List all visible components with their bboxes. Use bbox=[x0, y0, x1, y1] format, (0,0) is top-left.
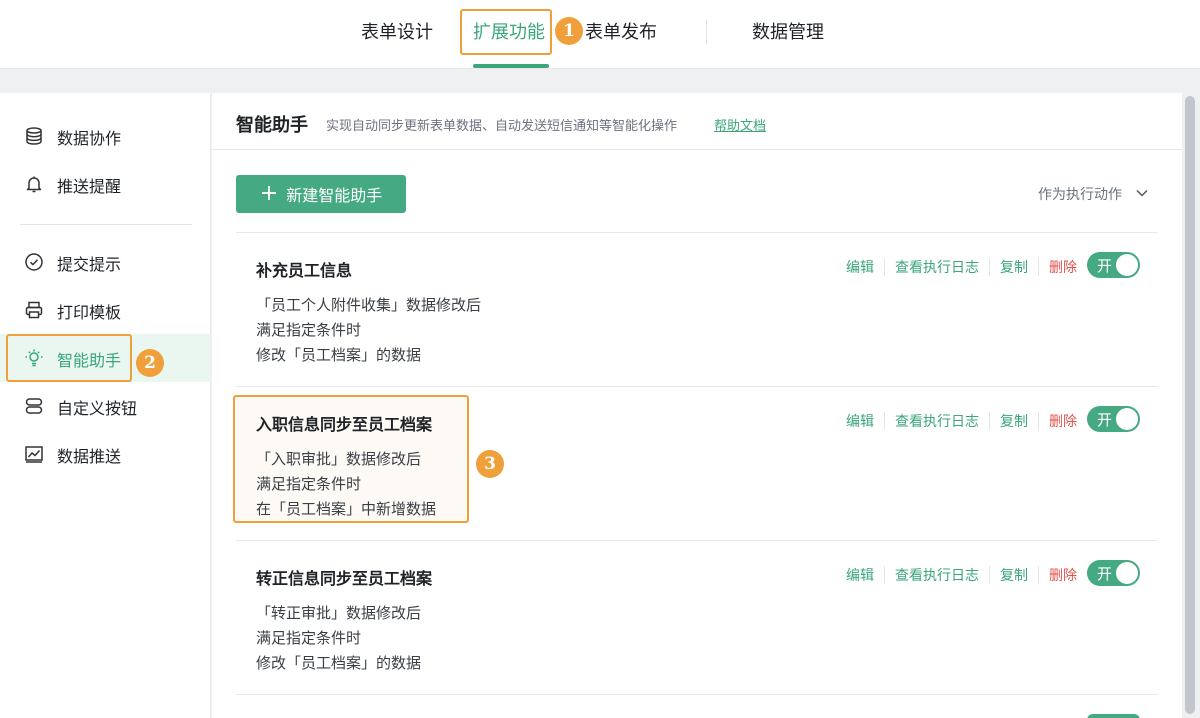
chevron-down-icon[interactable] bbox=[1134, 185, 1150, 201]
sidebar-item-label: 自定义按钮 bbox=[57, 399, 138, 418]
plus-icon: + bbox=[259, 181, 279, 206]
top-nav: 表单设计 扩展功能 表单发布 数据管理 1 bbox=[0, 0, 1200, 69]
sidebar-item-data-collab[interactable]: 数据协作 bbox=[0, 112, 211, 160]
card-title: 补充员工信息 bbox=[256, 261, 353, 280]
sidebar-item-print-template[interactable]: 打印模板 bbox=[0, 286, 211, 334]
sidebar-item-label: 推送提醒 bbox=[57, 177, 122, 196]
card-condition-text: 满足指定条件时 bbox=[256, 475, 362, 493]
card-condition-text: 满足指定条件时 bbox=[256, 321, 362, 339]
sidebar-divider bbox=[20, 224, 192, 225]
sidebar-item-label: 提交提示 bbox=[57, 255, 122, 274]
toggle-knob bbox=[1116, 562, 1138, 584]
sidebar: 数据协作 推送提醒 提交提示 打印模板 智能助手 自定义按钮 数据推送 2 bbox=[0, 93, 211, 718]
page-description: 实现自动同步更新表单数据、自动发送短信通知等智能化操作 bbox=[326, 119, 678, 134]
highlight-box-sidebar bbox=[6, 334, 132, 382]
enable-toggle[interactable]: 开 bbox=[1087, 252, 1140, 278]
nav-divider bbox=[706, 20, 707, 44]
card-condition-text: 满足指定条件时 bbox=[256, 629, 362, 647]
assistant-card: 补充员工信息 「员工个人附件收集」数据修改后 满足指定条件时 修改「员工档案」的… bbox=[236, 232, 1158, 386]
sidebar-item-custom-button[interactable]: 自定义按钮 bbox=[0, 382, 211, 430]
new-assistant-button[interactable]: + 新建智能助手 bbox=[236, 175, 406, 213]
card-actions: 编辑 查看执行日志 复制 删除 bbox=[836, 257, 1087, 277]
sidebar-item-submit-tip[interactable]: 提交提示 bbox=[0, 238, 211, 286]
step-badge-3: 3 bbox=[476, 450, 504, 478]
view-log-button[interactable]: 查看执行日志 bbox=[885, 411, 989, 431]
delete-button[interactable]: 删除 bbox=[1039, 257, 1087, 277]
assistant-card: 入职信息同步至员工档案 「入职审批」数据修改后 满足指定条件时 在「员工档案」中… bbox=[233, 386, 1158, 540]
assistant-card: 转正信息同步至员工档案 「转正审批」数据修改后 满足指定条件时 修改「员工档案」… bbox=[236, 540, 1158, 694]
toggle-label: 开 bbox=[1097, 257, 1113, 275]
enable-toggle[interactable]: 开 bbox=[1087, 560, 1140, 586]
new-assistant-label: 新建智能助手 bbox=[286, 186, 383, 205]
sidebar-item-label: 打印模板 bbox=[57, 303, 122, 322]
toggle-label: 开 bbox=[1097, 411, 1113, 429]
database-icon bbox=[26, 127, 42, 145]
card-trigger-text: 「转正审批」数据修改后 bbox=[256, 604, 422, 622]
buttons-icon bbox=[25, 398, 43, 414]
toggle-label: 开 bbox=[1097, 565, 1113, 583]
enable-toggle[interactable]: 开 bbox=[1087, 406, 1140, 432]
step-badge-2: 2 bbox=[136, 349, 164, 377]
edit-button[interactable]: 编辑 bbox=[836, 565, 884, 585]
toggle-knob bbox=[1116, 254, 1138, 276]
check-circle-icon bbox=[25, 253, 43, 271]
main-panel: 智能助手 实现自动同步更新表单数据、自动发送短信通知等智能化操作 帮助文档 + … bbox=[212, 93, 1182, 718]
card-title: 入职信息同步至员工档案 bbox=[256, 415, 433, 434]
copy-button[interactable]: 复制 bbox=[990, 565, 1038, 585]
card-trigger-text: 「入职审批」数据修改后 bbox=[256, 450, 422, 468]
delete-button[interactable]: 删除 bbox=[1039, 411, 1087, 431]
card-actions: 编辑 查看执行日志 复制 删除 bbox=[836, 565, 1087, 585]
main-header: 智能助手 实现自动同步更新表单数据、自动发送短信通知等智能化操作 帮助文档 bbox=[212, 93, 1182, 150]
card-actions: 编辑 查看执行日志 复制 删除 bbox=[836, 411, 1087, 431]
assistant-card-partial bbox=[236, 694, 1158, 718]
sidebar-item-label: 数据推送 bbox=[57, 447, 122, 466]
chart-icon bbox=[25, 446, 43, 463]
toggle-knob bbox=[1116, 408, 1138, 430]
tab-data-management[interactable]: 数据管理 bbox=[752, 18, 824, 44]
copy-button[interactable]: 复制 bbox=[990, 257, 1038, 277]
view-log-button[interactable]: 查看执行日志 bbox=[885, 257, 989, 277]
card-trigger-text: 「员工个人附件收集」数据修改后 bbox=[256, 296, 482, 314]
card-action-text: 修改「员工档案」的数据 bbox=[256, 654, 422, 672]
enable-toggle[interactable] bbox=[1087, 714, 1140, 718]
scrollbar-thumb[interactable] bbox=[1185, 96, 1195, 714]
tab-form-publish[interactable]: 表单发布 bbox=[585, 18, 657, 44]
sidebar-item-label: 数据协作 bbox=[57, 129, 122, 148]
card-action-text: 在「员工档案」中新增数据 bbox=[256, 500, 437, 518]
bell-icon bbox=[26, 176, 42, 193]
sidebar-item-data-push[interactable]: 数据推送 bbox=[0, 430, 211, 478]
view-log-button[interactable]: 查看执行日志 bbox=[885, 565, 989, 585]
filter-dropdown[interactable]: 作为执行动作 bbox=[1038, 184, 1122, 204]
delete-button[interactable]: 删除 bbox=[1039, 565, 1087, 585]
step-badge-1: 1 bbox=[555, 17, 583, 45]
active-tab-indicator bbox=[473, 64, 549, 68]
sidebar-item-push-reminder[interactable]: 推送提醒 bbox=[0, 160, 211, 208]
highlight-box-tab bbox=[460, 9, 552, 55]
card-action-text: 修改「员工档案」的数据 bbox=[256, 346, 422, 364]
tab-form-design[interactable]: 表单设计 bbox=[361, 18, 433, 44]
printer-icon bbox=[25, 301, 43, 319]
edit-button[interactable]: 编辑 bbox=[836, 411, 884, 431]
page-title: 智能助手 bbox=[236, 115, 308, 136]
help-doc-link[interactable]: 帮助文档 bbox=[714, 115, 766, 134]
card-title: 转正信息同步至员工档案 bbox=[256, 569, 433, 588]
edit-button[interactable]: 编辑 bbox=[836, 257, 884, 277]
copy-button[interactable]: 复制 bbox=[990, 411, 1038, 431]
